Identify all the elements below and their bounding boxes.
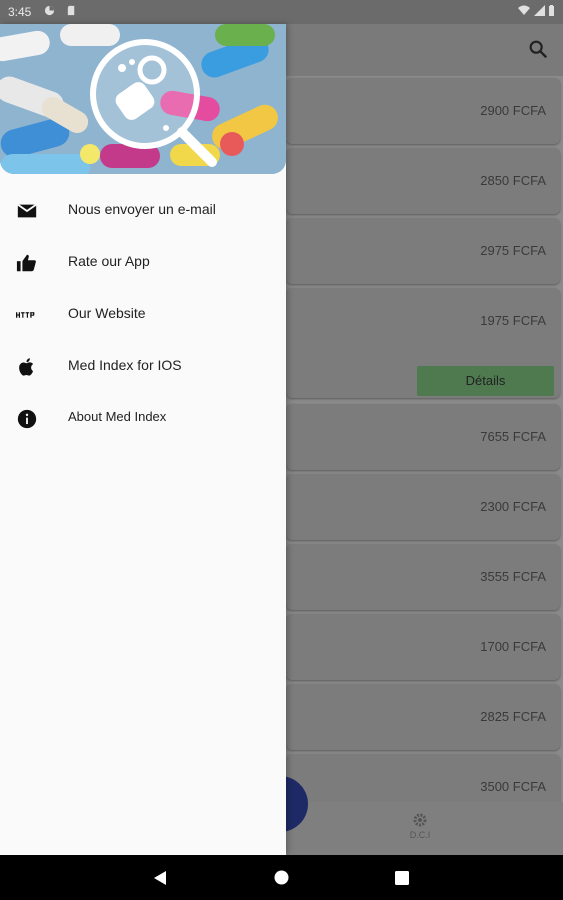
signal-icon: [533, 5, 545, 16]
medicine-card[interactable]: 2850 FCFA: [286, 148, 560, 214]
medicine-card[interactable]: 1700 FCFA: [286, 614, 560, 680]
wifi-icon: [518, 5, 531, 15]
menu-item-ios[interactable]: Med Index for IOS: [0, 340, 286, 392]
app-notification-icon: [44, 5, 55, 16]
menu-item-rate-app[interactable]: Rate our App: [0, 236, 286, 288]
menu-item-label: Rate our App: [68, 253, 150, 269]
email-icon: [17, 203, 37, 218]
battery-icon: [549, 5, 554, 16]
menu-item-website[interactable]: Our Website: [0, 288, 286, 340]
http-icon: [16, 312, 35, 318]
recents-icon[interactable]: [395, 871, 409, 885]
price: 1975 FCFA: [480, 313, 546, 328]
menu-item-email[interactable]: Nous envoyer un e-mail: [0, 184, 286, 236]
medicine-card[interactable]: 7655 FCFA: [286, 404, 560, 470]
system-navigation-bar: [0, 855, 563, 900]
medicine-card[interactable]: 2300 FCFA: [286, 474, 560, 540]
price: 3555 FCFA: [480, 569, 546, 584]
back-icon[interactable]: [153, 870, 167, 886]
menu-item-about[interactable]: About Med Index: [0, 392, 286, 444]
medicine-card[interactable]: 2975 FCFA: [286, 218, 560, 284]
menu-item-label: Our Website: [68, 305, 146, 321]
price: 2850 FCFA: [480, 173, 546, 188]
medicine-card[interactable]: 2900 FCFA: [286, 78, 560, 144]
navigation-drawer: Nous envoyer un e-mail Rate our App Our …: [0, 24, 286, 855]
nav-item-label: D.C.I: [409, 830, 431, 840]
price: 7655 FCFA: [480, 429, 546, 444]
details-button[interactable]: Détails: [417, 366, 554, 396]
home-icon[interactable]: [274, 870, 289, 885]
drawer-header-image: [0, 24, 286, 174]
price: 1700 FCFA: [480, 639, 546, 654]
menu-item-label: About Med Index: [68, 409, 167, 424]
sd-card-icon: [67, 5, 75, 16]
medicine-card-expanded[interactable]: 1975 FCFA Détails: [286, 288, 560, 398]
price: 3500 FCFA: [480, 779, 546, 794]
price: 2300 FCFA: [480, 499, 546, 514]
price: 2825 FCFA: [480, 709, 546, 724]
pills-logo-image: [0, 24, 286, 174]
nav-item-dci[interactable]: D.C.I: [405, 812, 435, 840]
status-icons: [518, 5, 555, 19]
gear-icon: [413, 813, 427, 827]
apple-icon: [19, 358, 34, 376]
status-bar: 3:45: [0, 0, 563, 24]
medicine-card[interactable]: 3555 FCFA: [286, 544, 560, 610]
menu-item-label: Med Index for IOS: [68, 357, 182, 373]
menu-item-label: Nous envoyer un e-mail: [68, 201, 216, 217]
info-icon: [17, 409, 37, 429]
search-icon[interactable]: [527, 38, 549, 60]
medicine-card[interactable]: 2825 FCFA: [286, 684, 560, 750]
status-time: 3:45: [8, 5, 32, 19]
thumbs-up-icon: [16, 254, 36, 272]
price: 2975 FCFA: [480, 243, 546, 258]
price: 2900 FCFA: [480, 103, 546, 118]
